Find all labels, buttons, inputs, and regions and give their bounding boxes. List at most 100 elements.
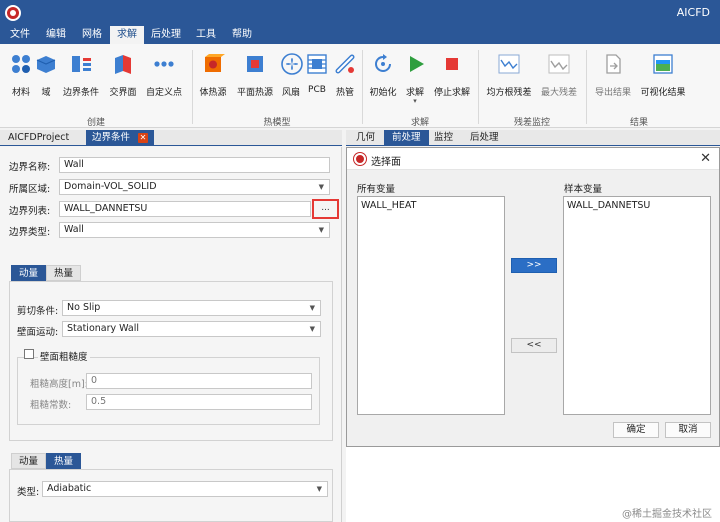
rms-chart-icon xyxy=(498,54,520,74)
chevron-down-icon: ▼ xyxy=(318,226,324,234)
watermark: @稀土掘金技术社区 xyxy=(622,509,712,520)
pcb-icon xyxy=(307,54,327,74)
heat-type-select[interactable]: Adiabatic ▼ xyxy=(42,481,328,497)
close-icon[interactable]: ✕ xyxy=(700,151,711,166)
shear-condition-value: No Slip xyxy=(67,302,101,313)
all-variables-label: 所有变量 xyxy=(357,184,396,195)
material-button[interactable]: 材料 xyxy=(6,52,36,100)
max-residual-label: 最大残差 xyxy=(540,88,577,98)
roughness-label: 壁面粗糙度 xyxy=(38,349,90,363)
pcb-button[interactable]: PCB xyxy=(305,52,329,100)
tab-momentum-2[interactable]: 动量 xyxy=(11,453,47,469)
chevron-down-icon: ▼ xyxy=(316,485,322,493)
wall-motion-value: Stationary Wall xyxy=(67,323,140,334)
heat-type-value: Adiabatic xyxy=(47,483,92,494)
region-select[interactable]: Domain-VOL_SOLID ▼ xyxy=(59,179,330,195)
solve-button[interactable]: 求解 ▾ xyxy=(404,52,426,105)
region-value: Domain-VOL_SOLID xyxy=(64,181,157,192)
menu-solve[interactable]: 求解 xyxy=(110,26,144,44)
plane-heat-source-button[interactable]: 平面热源 xyxy=(234,52,276,100)
remove-variable-button[interactable]: << xyxy=(511,338,557,353)
menu-tools[interactable]: 工具 xyxy=(190,26,222,44)
tab-boundary-condition-label: 边界条件 xyxy=(92,132,131,143)
roughness-height-label: 粗糙高度[m]: xyxy=(30,379,88,390)
dialog-body: 所有变量 样本变量 WALL_HEAT WALL_DANNETSU >> << … xyxy=(347,170,719,446)
domain-icon xyxy=(36,56,56,73)
stop-icon xyxy=(446,58,458,70)
tab-aicfd-project[interactable]: AICFDProject xyxy=(2,130,75,146)
ribbon: 材料 域 边界条件 交界面 自定义点 创建 体热源 平面热源 风扇 PCB 热管… xyxy=(0,44,720,128)
group-result-label: 结果 xyxy=(629,118,648,128)
fan-label: 风扇 xyxy=(281,88,300,98)
tab-heat[interactable]: 热量 xyxy=(46,265,82,281)
fan-button[interactable]: 风扇 xyxy=(280,52,303,100)
shear-condition-label: 剪切条件: xyxy=(17,306,59,317)
export-result-button[interactable]: 导出结果 xyxy=(592,52,634,100)
group-residual-label: 残差监控 xyxy=(513,118,550,128)
group-separator xyxy=(362,50,363,124)
tab-geometry[interactable]: 几何 xyxy=(348,130,383,146)
plane-heat-source-label: 平面热源 xyxy=(236,88,273,98)
initialize-button[interactable]: 初始化 xyxy=(366,52,400,100)
cancel-button[interactable]: 取消 xyxy=(665,422,711,438)
dialog-title: 选择面 xyxy=(371,157,401,168)
menu-edit[interactable]: 编辑 xyxy=(40,26,72,44)
menu-postprocess[interactable]: 后处理 xyxy=(146,26,186,44)
stop-solve-button[interactable]: 停止求解 xyxy=(430,52,474,100)
tab-heat-2[interactable]: 热量 xyxy=(46,453,82,469)
add-variable-button[interactable]: >> xyxy=(511,258,557,273)
boundary-type-select[interactable]: Wall ▼ xyxy=(59,222,330,238)
browse-boundary-button[interactable]: ... xyxy=(312,199,339,219)
wall-motion-select[interactable]: Stationary Wall ▼ xyxy=(62,321,321,337)
menu-mesh[interactable]: 网格 xyxy=(76,26,108,44)
boundary-condition-button[interactable]: 边界条件 xyxy=(60,52,102,100)
custom-point-button[interactable]: 自定义点 xyxy=(144,52,184,100)
tab-monitor[interactable]: 监控 xyxy=(426,130,461,146)
tab-preprocess[interactable]: 前处理 xyxy=(384,130,429,146)
export-result-label: 导出结果 xyxy=(594,88,631,98)
volume-heat-source-icon xyxy=(205,54,225,72)
list-item[interactable]: WALL_DANNETSU xyxy=(567,200,650,211)
app-logo-icon xyxy=(5,5,21,21)
export-icon xyxy=(606,54,621,74)
boundary-name-label: 边界名称: xyxy=(9,162,51,173)
ok-button[interactable]: 确定 xyxy=(613,422,659,438)
roughness-height-input[interactable]: 0 xyxy=(86,373,312,389)
roughness-checkbox[interactable] xyxy=(24,349,34,359)
close-icon[interactable]: ✕ xyxy=(138,133,149,143)
heat-type-label: 类型: xyxy=(17,487,40,498)
chevron-down-icon: ▼ xyxy=(309,325,315,333)
visualize-result-label: 可视化结果 xyxy=(640,88,686,98)
custom-point-label: 自定义点 xyxy=(145,88,182,98)
heat-pipe-icon xyxy=(335,54,355,74)
visualize-result-button[interactable]: 可视化结果 xyxy=(638,52,688,100)
initialize-label: 初始化 xyxy=(369,88,397,98)
boundary-name-input[interactable]: Wall xyxy=(59,157,330,173)
stop-solve-label: 停止求解 xyxy=(433,88,470,98)
volume-heat-source-label: 体热源 xyxy=(199,88,227,98)
heat-pipe-button[interactable]: 热管 xyxy=(332,52,358,100)
boundary-list-input[interactable]: WALL_DANNETSU xyxy=(59,201,311,217)
boundary-condition-label: 边界条件 xyxy=(62,88,99,98)
group-separator xyxy=(192,50,193,124)
menu-file[interactable]: 文件 xyxy=(4,26,36,44)
roughness-constant-input[interactable]: 0.5 xyxy=(86,394,312,410)
domain-button[interactable]: 域 xyxy=(34,52,58,100)
tab-momentum[interactable]: 动量 xyxy=(11,265,47,281)
volume-heat-source-button[interactable]: 体热源 xyxy=(196,52,230,100)
max-residual-button[interactable]: 最大残差 xyxy=(538,52,580,100)
tab-postprocess[interactable]: 后处理 xyxy=(462,130,507,146)
tab-boundary-condition[interactable]: 边界条件 ✕ xyxy=(86,130,155,146)
domain-label: 域 xyxy=(41,88,51,98)
boundary-condition-icon xyxy=(72,56,91,72)
interface-button[interactable]: 交界面 xyxy=(106,52,140,100)
menu-bar: 文件 编辑 网格 求解 后处理 工具 帮助 xyxy=(0,26,720,44)
chevron-down-icon: ▼ xyxy=(309,304,315,312)
shear-condition-select[interactable]: No Slip ▼ xyxy=(62,300,321,316)
rms-residual-button[interactable]: 均方根残差 xyxy=(484,52,534,100)
menu-help[interactable]: 帮助 xyxy=(226,26,258,44)
heat-pipe-label: 热管 xyxy=(335,88,354,98)
list-item[interactable]: WALL_HEAT xyxy=(361,200,416,211)
sample-variables-list[interactable]: WALL_DANNETSU xyxy=(563,196,711,415)
all-variables-list[interactable]: WALL_HEAT xyxy=(357,196,505,415)
